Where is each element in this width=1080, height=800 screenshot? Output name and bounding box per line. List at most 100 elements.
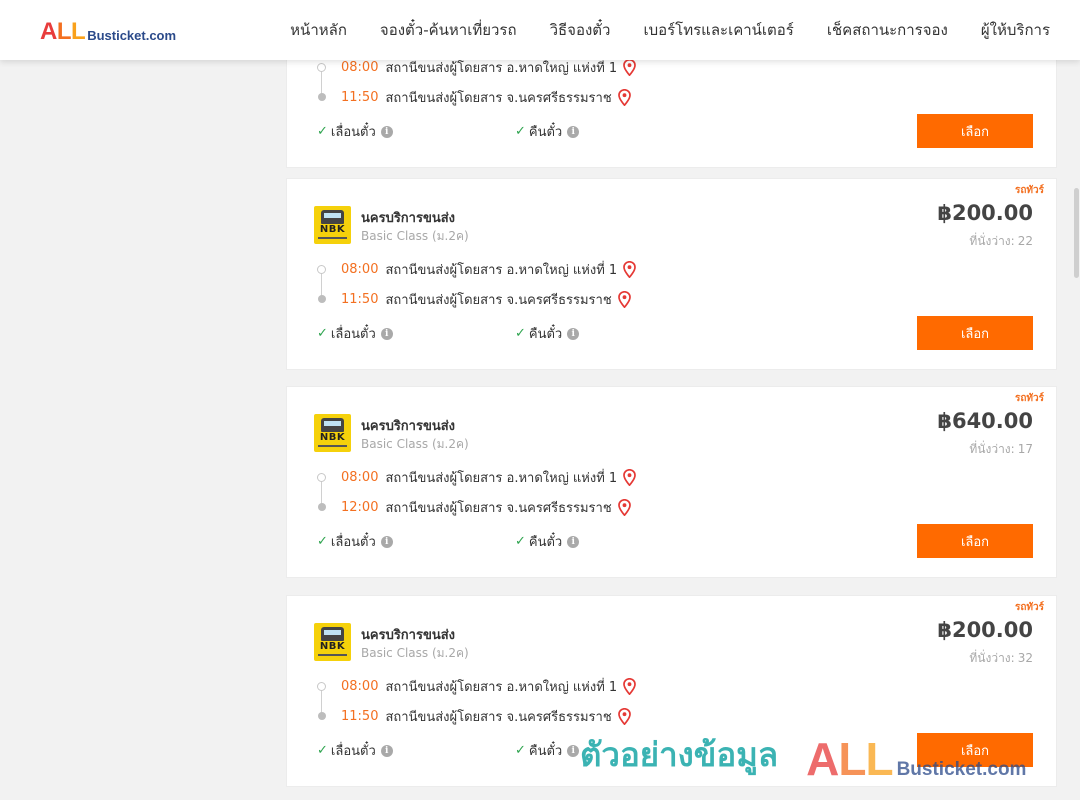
logo-all: ALL	[40, 18, 86, 45]
select-button[interactable]: เลือก	[917, 316, 1033, 350]
depart-stop: 08:00 สถานีขนส่งผู้โดยสาร อ.หาดใหญ่ แห่งท…	[341, 676, 637, 697]
depart-stop: 08:00 สถานีขนส่งผู้โดยสาร อ.หาดใหญ่ แห่งท…	[341, 259, 637, 280]
feature-change-ticket: ✓ เลื่อนตั๋ว i	[317, 531, 393, 552]
arrive-time: 11:50	[341, 709, 379, 724]
ticket-price: ฿640.00	[937, 409, 1033, 433]
nav-item-check-booking[interactable]: เช็คสถานะการจอง	[827, 18, 948, 42]
bus-class: Basic Class (ม.2ค)	[361, 229, 469, 243]
arrive-station: สถานีขนส่งผู้โดยสาร จ.นครศรีธรรมราช	[385, 501, 612, 516]
ticket-price: ฿200.00	[937, 618, 1033, 642]
depart-dot	[317, 265, 326, 274]
depart-dot	[317, 473, 326, 482]
arrive-stop: 11:50 สถานีขนส่งผู้โดยสาร จ.นครศรีธรรมราช	[341, 289, 631, 310]
check-icon: ✓	[317, 743, 328, 758]
depart-stop: 08:00 สถานีขนส่งผู้โดยสาร อ.หาดใหญ่ แห่งท…	[341, 57, 637, 78]
logo-text: Busticket.com	[87, 28, 177, 43]
arrive-dot	[318, 295, 326, 303]
scroll-thumb[interactable]	[1074, 188, 1079, 278]
select-button[interactable]: เลือก	[917, 524, 1033, 558]
nav-item-how-to-book[interactable]: วิธีจองตั๋ว	[550, 18, 611, 42]
feature-change-ticket: ✓ เลื่อนตั๋ว i	[317, 740, 393, 761]
seats-available: ที่นั่งว่าง: 17	[969, 442, 1033, 456]
timeline-line	[321, 479, 322, 505]
depart-stop: 08:00 สถานีขนส่งผู้โดยสาร อ.หาดใหญ่ แห่งท…	[341, 467, 637, 488]
info-icon[interactable]: i	[567, 744, 580, 757]
arrive-station: สถานีขนส่งผู้โดยสาร จ.นครศรีธรรมราช	[385, 710, 612, 725]
seats-available: ที่นั่งว่าง:22	[969, 234, 1033, 248]
operator-logo: NBK	[314, 623, 351, 661]
trip-card: รถทัวร์ NBK นครบริการขนส่ง Basic Class (…	[286, 178, 1057, 370]
vehicle-type-tag: รถทัวร์	[1014, 602, 1044, 613]
arrive-time: 12:00	[341, 500, 379, 515]
info-icon[interactable]: i	[567, 535, 580, 548]
depart-station: สถานีขนส่งผู้โดยสาร อ.หาดใหญ่ แห่งที่ 1	[385, 61, 618, 76]
timeline-line	[321, 688, 322, 714]
arrive-dot	[318, 93, 326, 101]
depart-time: 08:00	[341, 470, 379, 485]
arrive-dot	[318, 503, 326, 511]
map-pin-icon[interactable]	[617, 89, 631, 106]
map-pin-icon[interactable]	[623, 261, 637, 278]
check-icon: ✓	[515, 743, 526, 758]
scrollbar[interactable]	[1072, 60, 1080, 800]
arrive-station: สถานีขนส่งผู้โดยสาร จ.นครศรีธรรมราช	[385, 91, 612, 106]
operator-logo: NBK	[314, 414, 351, 452]
bus-class: Basic Class (ม.2ค)	[361, 437, 469, 451]
check-icon: ✓	[515, 124, 526, 139]
operator-name: นครบริการขนส่ง	[361, 419, 456, 434]
vehicle-type-tag: รถทัวร์	[1014, 393, 1044, 404]
info-icon[interactable]: i	[380, 744, 393, 757]
operator-name: นครบริการขนส่ง	[361, 211, 456, 226]
select-button[interactable]: เลือก	[917, 733, 1033, 767]
site-logo[interactable]: ALL Busticket.com	[40, 18, 176, 44]
map-pin-icon[interactable]	[623, 469, 637, 486]
feature-refund-ticket: ✓ คืนตั๋ว i	[515, 323, 580, 344]
check-icon: ✓	[515, 326, 526, 341]
info-icon[interactable]: i	[380, 125, 393, 138]
page: NBK นครบริการขนส่ง Basic Class (ม.2ค) ฿2…	[0, 0, 1080, 800]
feature-refund-ticket: ✓ คืนตั๋ว i	[515, 740, 580, 761]
bus-icon	[321, 418, 344, 432]
feature-change-ticket: ✓ เลื่อนตั๋ว i	[317, 323, 393, 344]
feature-refund-ticket: ✓ คืนตั๋ว i	[515, 531, 580, 552]
seats-available: ที่นั่งว่าง: 32	[969, 651, 1033, 665]
bus-icon	[321, 627, 344, 641]
nav-menu: หน้าหลัก จองตั๋ว-ค้นหาเที่ยวรถ วิธีจองตั…	[257, 0, 1050, 60]
map-pin-icon[interactable]	[617, 291, 631, 308]
map-pin-icon[interactable]	[623, 678, 637, 695]
info-icon[interactable]: i	[380, 327, 393, 340]
depart-time: 08:00	[341, 60, 379, 75]
arrive-stop: 12:00 สถานีขนส่งผู้โดยสาร จ.นครศรีธรรมราช	[341, 497, 631, 518]
info-icon[interactable]: i	[567, 327, 580, 340]
check-icon: ✓	[317, 326, 328, 341]
depart-time: 08:00	[341, 262, 379, 277]
depart-station: สถานีขนส่งผู้โดยสาร อ.หาดใหญ่ แห่งที่ 1	[385, 680, 618, 695]
nav-item-book-search[interactable]: จองตั๋ว-ค้นหาเที่ยวรถ	[380, 18, 517, 42]
map-pin-icon[interactable]	[617, 499, 631, 516]
vehicle-type-tag: รถทัวร์	[1014, 185, 1044, 196]
arrive-stop: 11:50 สถานีขนส่งผู้โดยสาร จ.นครศรีธรรมราช	[341, 87, 631, 108]
depart-station: สถานีขนส่งผู้โดยสาร อ.หาดใหญ่ แห่งที่ 1	[385, 263, 618, 278]
info-icon[interactable]: i	[567, 125, 580, 138]
bus-icon	[321, 210, 344, 224]
operator-name: นครบริการขนส่ง	[361, 628, 456, 643]
arrive-time: 11:50	[341, 292, 379, 307]
nav-item-operators[interactable]: ผู้ให้บริการ	[981, 18, 1050, 42]
check-icon: ✓	[515, 534, 526, 549]
depart-dot	[317, 63, 326, 72]
feature-refund-ticket: ✓ คืนตั๋ว i	[515, 121, 580, 142]
select-button[interactable]: เลือก	[917, 114, 1033, 148]
trip-card: รถทัวร์ NBK นครบริการขนส่ง Basic Class (…	[286, 595, 1057, 787]
info-icon[interactable]: i	[380, 535, 393, 548]
map-pin-icon[interactable]	[617, 708, 631, 725]
timeline-line	[321, 69, 322, 95]
arrive-time: 11:50	[341, 90, 379, 105]
map-pin-icon[interactable]	[623, 59, 637, 76]
arrive-stop: 11:50 สถานีขนส่งผู้โดยสาร จ.นครศรีธรรมราช	[341, 706, 631, 727]
ticket-price: ฿200.00	[937, 201, 1033, 225]
depart-station: สถานีขนส่งผู้โดยสาร อ.หาดใหญ่ แห่งที่ 1	[385, 471, 618, 486]
trip-card: รถทัวร์ NBK นครบริการขนส่ง Basic Class (…	[286, 386, 1057, 578]
nav-item-contacts[interactable]: เบอร์โทรและเคาน์เตอร์	[643, 18, 793, 42]
nav-item-home[interactable]: หน้าหลัก	[290, 18, 347, 42]
timeline-line	[321, 271, 322, 297]
